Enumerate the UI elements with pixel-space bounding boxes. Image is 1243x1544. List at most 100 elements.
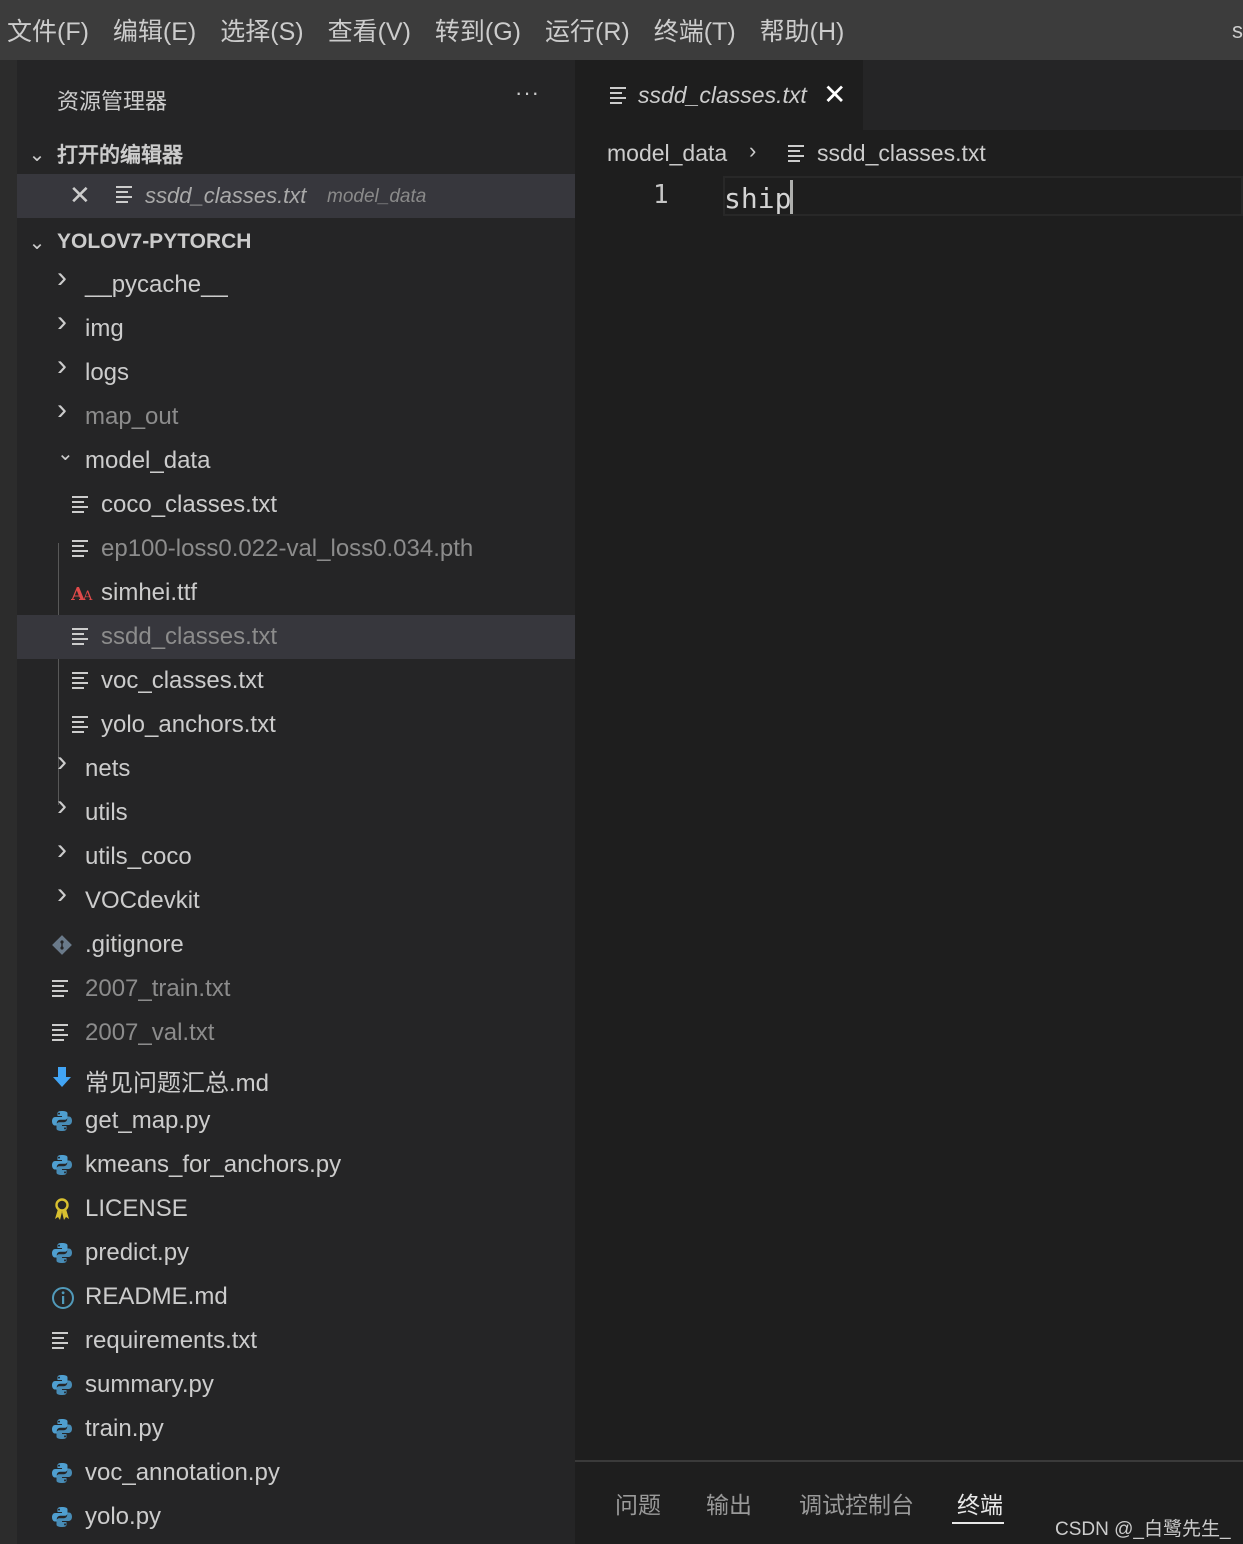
tree-file[interactable]: ep100-loss0.022-val_loss0.034.pth	[17, 527, 575, 571]
tree-item-label: simhei.ttf	[101, 579, 198, 606]
tree-file[interactable]: voc_classes.txt	[17, 659, 575, 703]
python-icon	[51, 1154, 73, 1176]
text-file-icon	[71, 494, 93, 516]
project-label: YOLOV7-PYTORCH	[57, 230, 252, 253]
chevron-right-icon: ›	[57, 393, 67, 426]
tree-folder[interactable]: › img	[17, 305, 575, 351]
breadcrumb-folder[interactable]: model_data	[607, 140, 727, 167]
tree-item-label: train.py	[85, 1415, 164, 1442]
tree-item-label: predict.py	[85, 1239, 190, 1266]
tree-item-label: kmeans_for_anchors.py	[85, 1151, 342, 1178]
tree-item-label: nets	[85, 755, 131, 782]
menu-selection[interactable]: 选择(S)	[212, 12, 319, 48]
tree-file[interactable]: coco_classes.txt	[17, 483, 575, 527]
python-icon	[51, 1374, 73, 1396]
tab-label: ssdd_classes.txt	[638, 82, 807, 108]
text-file-icon	[51, 978, 73, 1000]
tree-item-label: yolo_anchors.txt	[101, 711, 276, 738]
tab-problems[interactable]: 问题	[615, 1486, 661, 1520]
chevron-down-icon: ⌄	[28, 143, 46, 166]
python-icon	[51, 1462, 73, 1484]
svg-text:A: A	[82, 589, 93, 604]
python-icon	[51, 1110, 73, 1132]
font-file-icon: AA	[70, 582, 93, 605]
code-line[interactable]: 1 ship	[575, 176, 1243, 216]
text-file-icon	[71, 670, 93, 692]
tree-folder[interactable]: › map_out	[17, 393, 575, 439]
tree-item-label: VOCdevkit	[85, 887, 200, 914]
tree-file[interactable]: train.py	[17, 1407, 575, 1451]
close-icon[interactable]: ✕	[69, 180, 91, 211]
text-file-icon	[610, 87, 626, 104]
line-content[interactable]: ship	[724, 180, 794, 215]
breadcrumb-file[interactable]: ssdd_classes.txt	[817, 140, 986, 167]
menu-view[interactable]: 查看(V)	[320, 12, 427, 48]
editor-area: ssdd_classes.txt ✕ model_data › ssdd_cla…	[575, 60, 1243, 1460]
menu-file[interactable]: 文件(F)	[0, 12, 105, 48]
text-file-icon	[51, 1330, 73, 1352]
current-line-highlight	[723, 176, 1243, 216]
tree-item-label: ep100-loss0.022-val_loss0.034.pth	[101, 535, 474, 562]
chevron-right-icon: ›	[57, 745, 67, 778]
text-file-icon	[51, 1022, 73, 1044]
close-icon[interactable]: ✕	[823, 78, 846, 111]
python-icon	[51, 1242, 73, 1264]
tree-file[interactable]: predict.py	[17, 1231, 575, 1275]
text-file-icon	[71, 626, 93, 648]
tree-item-label: yolo.py	[85, 1503, 162, 1530]
open-editor-filename: ssdd_classes.txt	[145, 183, 307, 208]
editor-tab-active[interactable]: ssdd_classes.txt ✕	[575, 60, 863, 130]
tree-file[interactable]: summary.py	[17, 1363, 575, 1407]
tree-item-label: get_map.py	[85, 1107, 211, 1134]
tree-file[interactable]: 常见问题汇总.md	[17, 1055, 575, 1099]
menubar: 文件(F) 编辑(E) 选择(S) 查看(V) 转到(G) 运行(R) 终端(T…	[0, 0, 1243, 60]
tree-item-label: ssdd_classes.txt	[101, 623, 278, 650]
open-editor-item[interactable]: ✕ ssdd_classes.txt model_data	[17, 174, 575, 218]
project-section-header[interactable]: ⌄ YOLOV7-PYTORCH	[17, 222, 575, 262]
tree-file[interactable]: kmeans_for_anchors.py	[17, 1143, 575, 1187]
tree-item-label: 2007_val.txt	[85, 1019, 215, 1046]
tab-debug-console[interactable]: 调试控制台	[799, 1486, 914, 1520]
tree-folder[interactable]: › utils_coco	[17, 833, 575, 879]
line-number: 1	[653, 180, 669, 210]
open-editor-path: model_data	[327, 186, 427, 207]
tree-folder[interactable]: › logs	[17, 349, 575, 395]
menu-help[interactable]: 帮助(H)	[752, 12, 861, 48]
tree-file[interactable]: README.md	[17, 1275, 575, 1319]
tree-folder[interactable]: › nets	[17, 745, 575, 791]
tree-file[interactable]: ssdd_classes.txt	[17, 615, 575, 659]
chevron-right-icon: ›	[57, 305, 67, 338]
markdown-icon	[51, 1066, 73, 1088]
tree-file[interactable]: requirements.txt	[17, 1319, 575, 1363]
more-actions-icon[interactable]: ···	[515, 80, 540, 106]
open-editors-section-header[interactable]: ⌄ 打开的编辑器	[17, 134, 575, 174]
tree-item-label: requirements.txt	[85, 1327, 258, 1354]
tree-file[interactable]: .gitignore	[17, 923, 575, 967]
menu-run[interactable]: 运行(R)	[537, 12, 646, 48]
tree-item-label: model_data	[85, 447, 211, 474]
text-file-icon	[116, 186, 132, 203]
menu-edit[interactable]: 编辑(E)	[105, 12, 212, 48]
tree-file[interactable]: get_map.py	[17, 1099, 575, 1143]
tree-folder[interactable]: › __pycache__	[17, 261, 575, 307]
tree-folder[interactable]: › VOCdevkit	[17, 877, 575, 923]
tree-folder[interactable]: ⌄ model_data	[17, 439, 575, 483]
chevron-right-icon: ›	[749, 138, 757, 163]
tree-file[interactable]: LICENSE	[17, 1187, 575, 1231]
chevron-right-icon: ›	[57, 833, 67, 866]
tree-file[interactable]: 2007_val.txt	[17, 1011, 575, 1055]
tree-file[interactable]: 2007_train.txt	[17, 967, 575, 1011]
tree-file[interactable]: yolo_anchors.txt	[17, 703, 575, 747]
tree-item-label: summary.py	[85, 1371, 214, 1398]
menu-go[interactable]: 转到(G)	[427, 12, 537, 48]
text-file-icon	[71, 714, 93, 736]
tree-file[interactable]: yolo.py	[17, 1495, 575, 1539]
menu-terminal[interactable]: 终端(T)	[646, 12, 752, 48]
tab-terminal[interactable]: 终端	[957, 1486, 1003, 1520]
tab-output[interactable]: 输出	[706, 1486, 752, 1520]
tree-folder[interactable]: › utils	[17, 789, 575, 835]
tree-file[interactable]: voc_annotation.py	[17, 1451, 575, 1495]
tree-file[interactable]: A A simhei.ttf	[17, 571, 575, 615]
explorer-sidebar: 资源管理器 ··· ⌄ 打开的编辑器 ✕ ssdd_classes.txt mo…	[17, 60, 575, 1544]
python-icon	[51, 1506, 73, 1528]
